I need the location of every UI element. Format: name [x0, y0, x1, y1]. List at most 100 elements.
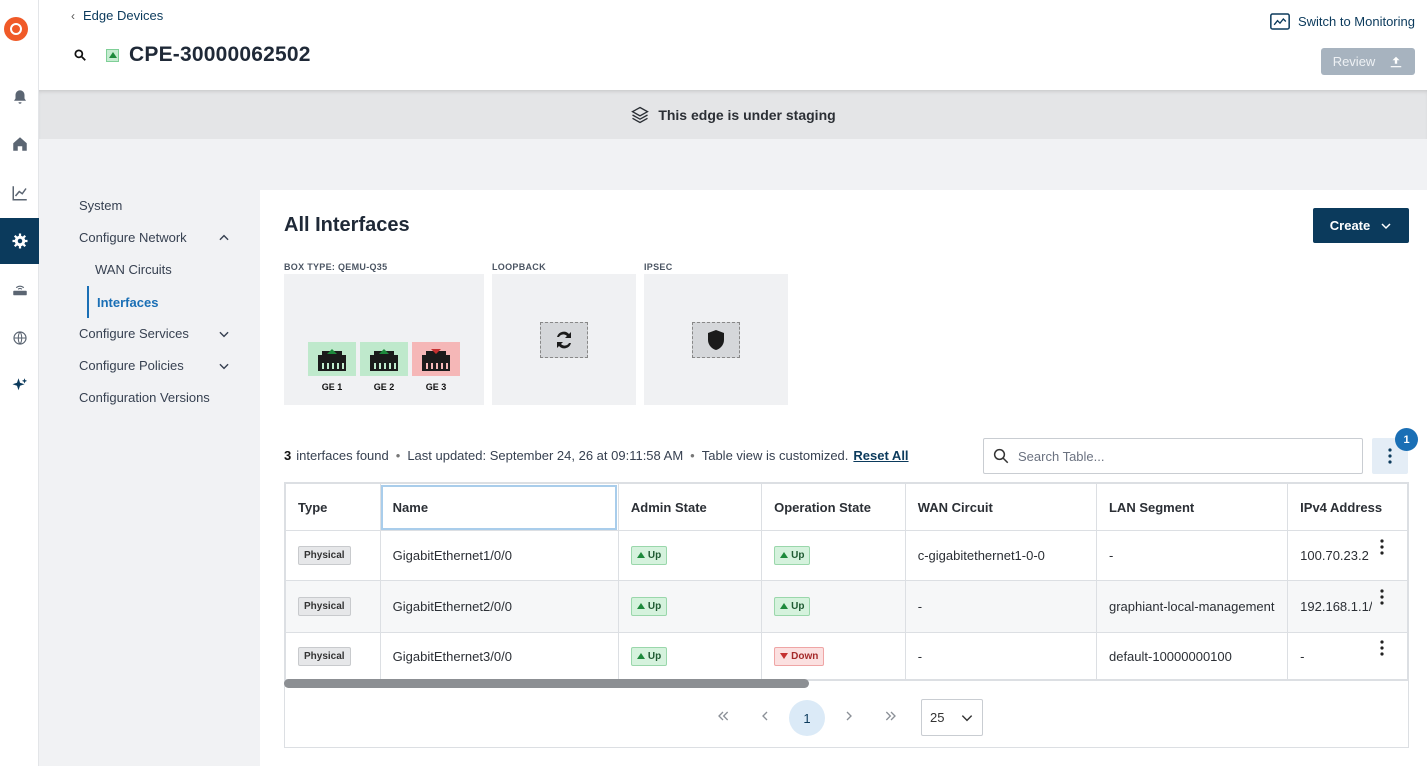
review-button[interactable]: Review: [1321, 48, 1415, 75]
loopback-add-tile[interactable]: [540, 322, 588, 358]
chevron-down-icon[interactable]: [217, 359, 231, 373]
horizontal-scrollbar[interactable]: [284, 679, 809, 688]
chevron-right-icon: [846, 711, 852, 721]
page-size-select[interactable]: 25: [921, 699, 983, 736]
options-count-badge: 1: [1395, 428, 1418, 451]
port-ge1[interactable]: [308, 342, 356, 376]
nav-system[interactable]: System: [79, 198, 122, 213]
lan-segment-cell: graphiant-local-management: [1095, 580, 1289, 633]
page-header: ‹ Edge Devices CPE-30000062502 Switch to…: [39, 0, 1427, 90]
logo-icon[interactable]: [4, 17, 28, 41]
sparkle-icon[interactable]: [0, 362, 39, 408]
switch-to-monitoring-label: Switch to Monitoring: [1297, 14, 1415, 29]
left-rail: [0, 0, 39, 766]
box-type-label: BOX TYPE: QEMU-Q35: [284, 262, 388, 272]
reset-all-link[interactable]: Reset All: [853, 448, 908, 463]
chart-icon[interactable]: [0, 170, 39, 216]
port-ge3[interactable]: [412, 342, 460, 376]
table-row[interactable]: Physical GigabitEthernet1/0/0 Up Up c-gi…: [285, 530, 1408, 581]
nav-configure-policies[interactable]: Configure Policies: [79, 358, 184, 373]
ethernet-port-down-icon: [422, 349, 450, 371]
table-header-row: Type Name Admin State Operation State WA…: [285, 483, 1408, 531]
chevron-down-icon: [961, 714, 973, 721]
ipsec-add-tile[interactable]: [692, 322, 740, 358]
type-badge: Physical: [298, 597, 351, 616]
row-actions-button[interactable]: [1372, 537, 1392, 557]
switch-to-monitoring-link[interactable]: Switch to Monitoring: [1270, 13, 1415, 30]
first-page-button[interactable]: [705, 698, 741, 734]
row-actions-button[interactable]: [1372, 638, 1392, 658]
port-label: GE 2: [373, 382, 395, 392]
table-search[interactable]: [983, 438, 1363, 474]
ipsec-label: IPSEC: [644, 262, 673, 272]
lan-segment-cell: -: [1095, 530, 1289, 581]
type-badge: Physical: [298, 546, 351, 565]
column-header-name[interactable]: Name: [379, 483, 619, 531]
oper-state-badge: Up: [774, 597, 811, 616]
monitor-chart-icon: [1270, 13, 1290, 30]
create-button[interactable]: Create: [1313, 208, 1409, 243]
bell-icon[interactable]: [0, 74, 39, 120]
nav-configuration-versions[interactable]: Configuration Versions: [79, 390, 210, 405]
page-button-current[interactable]: 1: [789, 700, 825, 736]
create-button-label: Create: [1329, 218, 1371, 233]
search-icon[interactable]: [73, 48, 87, 62]
prev-page-button[interactable]: [747, 698, 783, 734]
back-link-edge-devices[interactable]: ‹ Edge Devices: [71, 8, 163, 23]
interface-name[interactable]: GigabitEthernet1/0/0: [379, 530, 619, 581]
ipsec-panel: [644, 274, 788, 405]
interfaces-panel: All Interfaces Create BOX TYPE: QEMU-Q35…: [260, 190, 1427, 766]
column-header-admin-state[interactable]: Admin State: [617, 483, 763, 531]
refresh-arrows-icon: [557, 331, 571, 349]
admin-state-badge: Up: [630, 597, 668, 616]
column-header-type[interactable]: Type: [285, 483, 381, 531]
nav-configure-network[interactable]: Configure Network: [79, 230, 187, 245]
interface-count: 3: [284, 448, 292, 463]
chevron-down-icon[interactable]: [217, 327, 231, 341]
ethernet-port-up-icon: [370, 349, 398, 371]
chevron-left-icon: ‹: [71, 8, 75, 23]
gear-icon[interactable]: [0, 218, 39, 264]
home-icon[interactable]: [0, 121, 39, 167]
nav-configure-services[interactable]: Configure Services: [79, 326, 189, 341]
column-header-lan-segment[interactable]: LAN Segment: [1095, 483, 1289, 531]
wan-circuit-cell: c-gigabitethernet1-0-0: [904, 530, 1097, 581]
oper-state-badge: Up: [774, 546, 811, 565]
search-input[interactable]: [1018, 448, 1338, 464]
ethernet-port-up-icon: [318, 349, 346, 371]
interface-name[interactable]: GigabitEthernet2/0/0: [379, 580, 619, 633]
section-title: All Interfaces: [284, 214, 410, 236]
table-row[interactable]: Physical GigabitEthernet2/0/0 Up Up - gr…: [285, 580, 1408, 633]
router-icon[interactable]: [0, 267, 39, 313]
shield-icon: [708, 330, 724, 350]
kebab-menu-icon: [1388, 448, 1392, 464]
column-header-wan-circuit[interactable]: WAN Circuit: [904, 483, 1097, 531]
nav-wan-circuits[interactable]: WAN Circuits: [95, 262, 172, 277]
nav-interfaces[interactable]: Interfaces: [87, 286, 158, 318]
column-header-ipv4-address[interactable]: IPv4 Address: [1287, 483, 1408, 531]
chevron-up-icon[interactable]: [217, 231, 231, 245]
wan-circuit-cell: -: [904, 632, 1097, 681]
device-status-up-icon: [106, 48, 119, 62]
last-page-button[interactable]: [873, 698, 909, 734]
lan-segment-cell: default-10000000100: [1095, 632, 1289, 681]
upload-icon: [1391, 56, 1402, 67]
next-page-button[interactable]: [831, 698, 867, 734]
row-actions-button[interactable]: [1372, 587, 1392, 607]
chevron-double-right-icon: [885, 711, 896, 721]
column-header-operation-state[interactable]: Operation State: [761, 483, 906, 531]
loopback-label: LOOPBACK: [492, 262, 546, 272]
last-updated-text: Last updated: September 24, 26 at 09:11:…: [407, 448, 684, 463]
globe-icon[interactable]: [0, 315, 39, 361]
table-row[interactable]: Physical GigabitEthernet3/0/0 Up Down - …: [285, 632, 1408, 681]
kebab-menu-icon: [1380, 539, 1384, 555]
wan-circuit-cell: -: [904, 580, 1097, 633]
device-title-row: CPE-30000062502: [73, 43, 311, 67]
staging-banner: This edge is under staging: [39, 90, 1427, 139]
port-ge2[interactable]: [360, 342, 408, 376]
kebab-menu-icon: [1380, 589, 1384, 605]
interface-name[interactable]: GigabitEthernet3/0/0: [379, 632, 619, 681]
separator-dot: •: [690, 448, 695, 463]
search-icon: [993, 448, 1009, 464]
chevron-left-icon: [762, 711, 768, 721]
